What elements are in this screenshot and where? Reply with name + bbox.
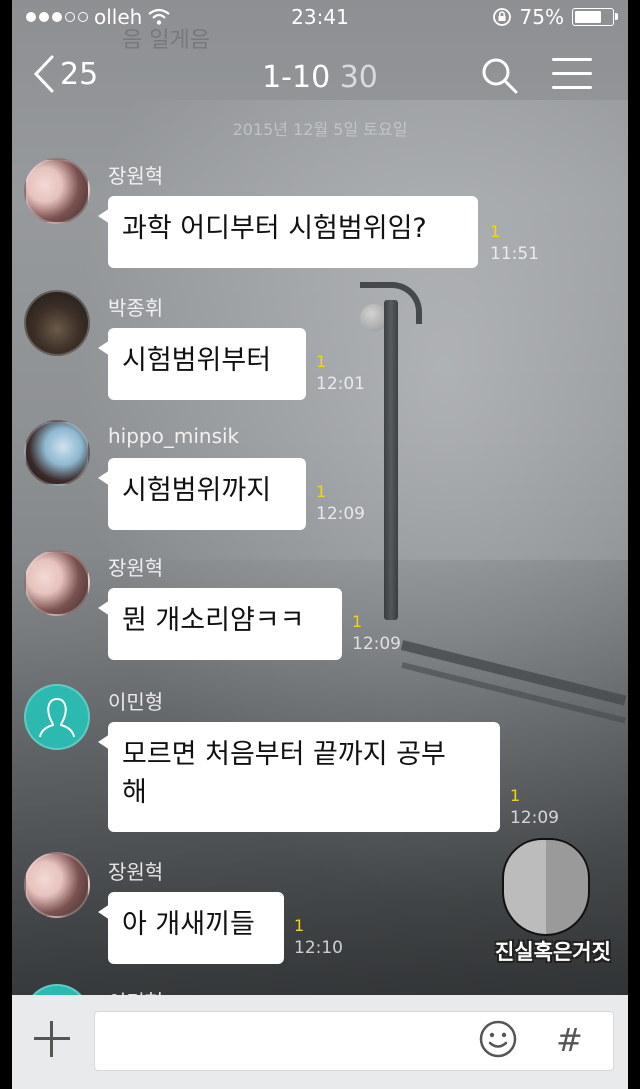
message-line: 모르면 처음부터 끝까지 공부 (122, 739, 446, 770)
unread-count: 1 (316, 352, 327, 371)
watermark-face-logo (502, 838, 590, 936)
sender-name: 장원혁 (108, 860, 164, 884)
chat-title-range: 1-10 (262, 60, 331, 95)
avatar[interactable] (24, 158, 90, 224)
message-bubble[interactable]: 과학 어디부터 시험범위임? (98, 196, 478, 268)
sender-name: 장원혁 (108, 164, 164, 188)
emoji-button[interactable] (478, 1019, 518, 1059)
message-bubble[interactable]: 시험범위부터 (98, 328, 306, 400)
message-time: 12:09 (316, 504, 365, 524)
unread-count: 1 (316, 482, 327, 501)
battery-icon (572, 8, 618, 26)
menu-icon (552, 58, 592, 89)
battery-group: 75% (492, 5, 618, 29)
sender-name: 장원혁 (108, 556, 164, 580)
unread-count: 1 (294, 916, 305, 935)
message-time: 12:10 (294, 938, 343, 958)
watermark-text: 진실혹은거짓 (495, 940, 611, 964)
default-profile-icon (39, 698, 75, 738)
chat-header: 25 1-10 30 (12, 38, 628, 118)
message-bubble[interactable]: 아 개새끼들 (98, 892, 284, 964)
avatar[interactable] (24, 684, 90, 750)
unread-count: 1 (490, 222, 501, 241)
status-bar: olleh 23:41 75% (12, 0, 628, 34)
unread-count: 1 (510, 786, 521, 805)
chat-title: 1-10 30 (12, 60, 628, 95)
avatar[interactable] (24, 420, 90, 486)
message-input-bar: # (12, 995, 628, 1089)
avatar[interactable] (24, 290, 90, 356)
background-lamp-pole (384, 300, 398, 620)
message-time: 12:09 (352, 634, 401, 654)
rotation-lock-icon (492, 8, 511, 26)
message-time: 12:01 (316, 374, 365, 394)
search-button[interactable] (480, 56, 520, 100)
message-time: 12:09 (510, 808, 559, 828)
plus-icon[interactable] (32, 1019, 72, 1059)
sender-name: hippo_minsik (108, 424, 240, 448)
battery-percent: 75% (519, 5, 564, 29)
sender-name: 박종휘 (108, 296, 164, 320)
member-count: 30 (339, 60, 378, 95)
message-bubble[interactable]: 시험범위까지 (98, 458, 306, 530)
message-bubble[interactable]: 뭔 개소리얌ㅋㅋ (98, 588, 342, 660)
unread-count: 1 (352, 612, 363, 631)
message-input[interactable] (94, 1011, 614, 1071)
message-time: 11:51 (490, 244, 539, 264)
message-bubble[interactable]: 모르면 처음부터 끝까지 공부 해 (98, 722, 500, 832)
avatar[interactable] (24, 852, 90, 918)
avatar[interactable] (24, 550, 90, 616)
emoji-icon (479, 1020, 517, 1058)
chat-screen: olleh 23:41 75% 음 일게음 25 1-10 30 2015년 1… (12, 0, 628, 1089)
date-divider: 2015년 12월 5일 토요일 (232, 120, 408, 139)
hash-icon[interactable]: # (556, 1021, 583, 1059)
message-line: 해 (122, 777, 147, 808)
sender-name: 이민형 (108, 690, 164, 714)
menu-button[interactable] (552, 58, 592, 100)
search-icon (482, 58, 518, 94)
